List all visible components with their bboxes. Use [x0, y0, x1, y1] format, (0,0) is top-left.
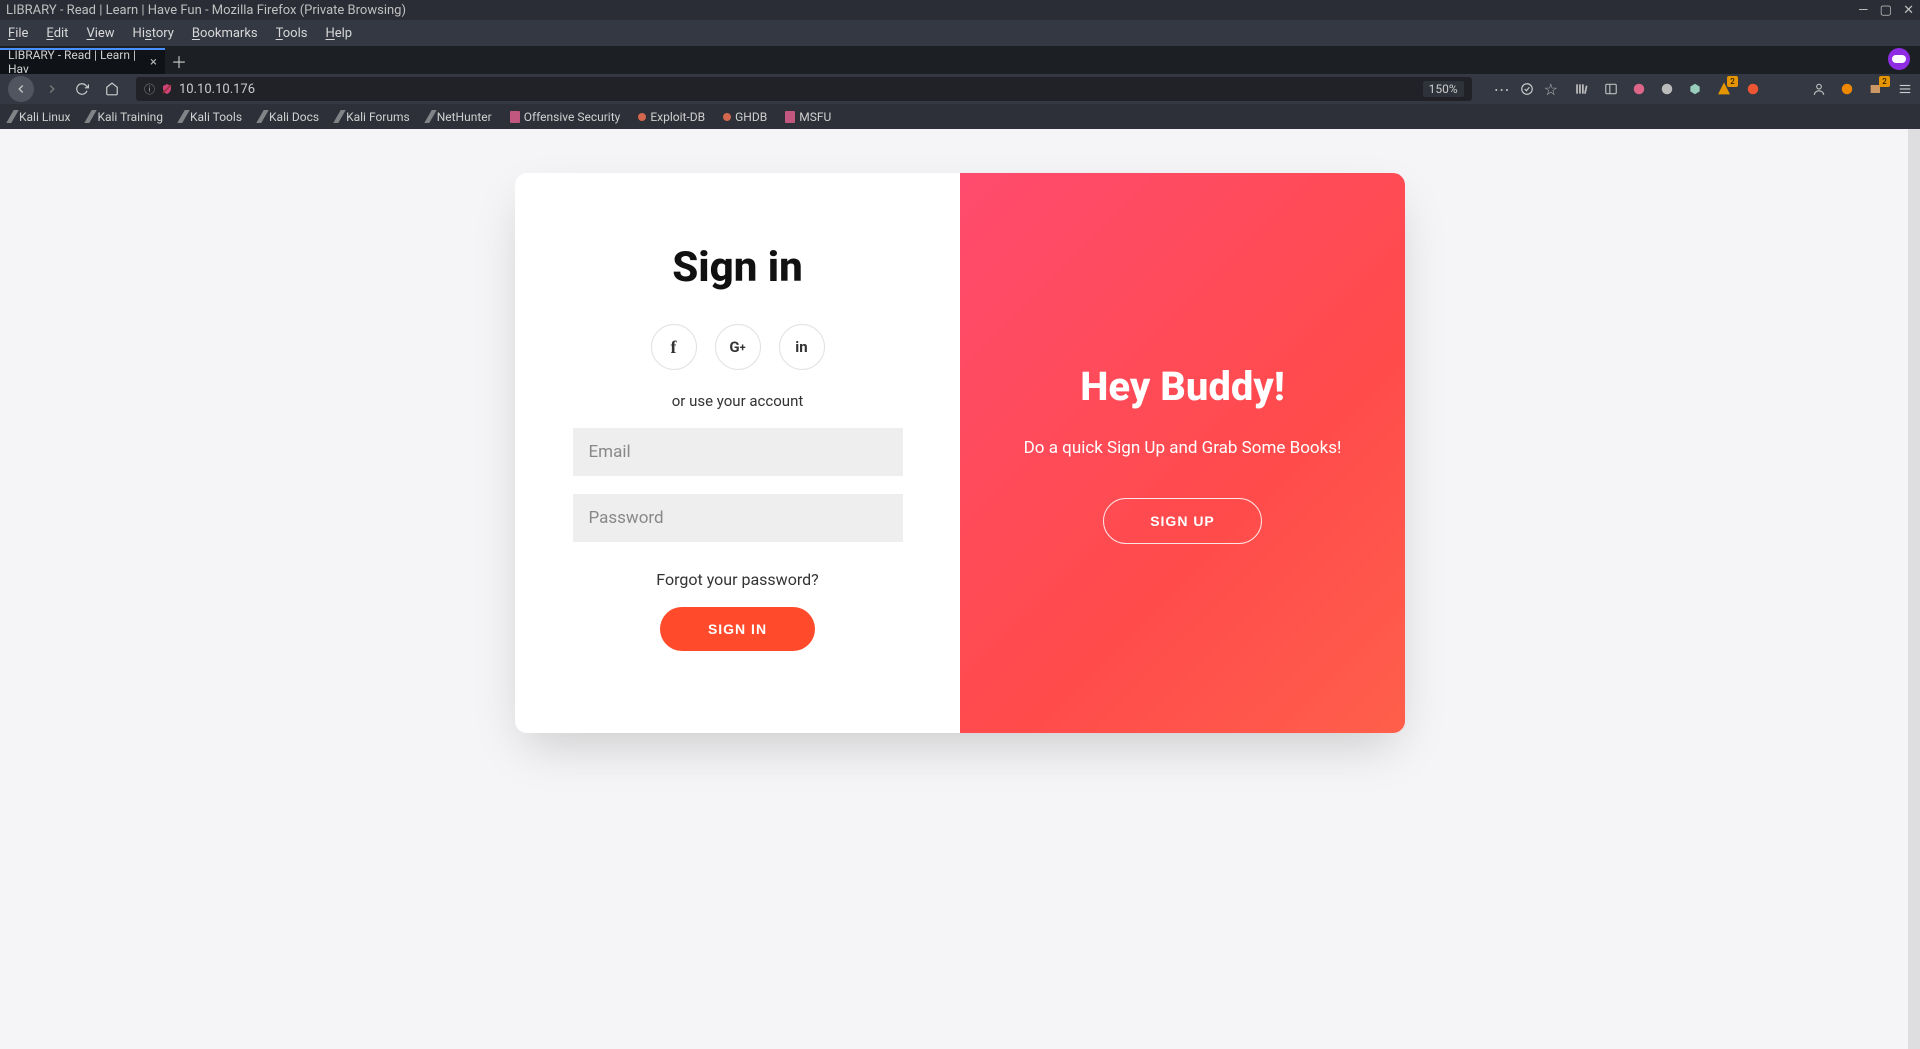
bookmark-kali-forums[interactable]: Kali Forums — [337, 110, 410, 124]
forward-button[interactable] — [40, 77, 64, 101]
extension-icon-2[interactable] — [1660, 82, 1674, 96]
bookmark-kali-linux[interactable]: Kali Linux — [10, 110, 70, 124]
sign-up-button[interactable]: SIGN UP — [1103, 498, 1262, 544]
sign-up-heading: Hey Buddy! — [1080, 363, 1285, 410]
social-login-row: f G+ in — [651, 324, 825, 370]
bookmark-star-icon[interactable]: ☆ — [1544, 80, 1558, 99]
extension-icon-3[interactable] — [1688, 82, 1702, 96]
sign-up-text: Do a quick Sign Up and Grab Some Books! — [1024, 438, 1342, 458]
menu-file[interactable]: File — [8, 26, 28, 41]
tracking-status-icon[interactable] — [1520, 82, 1534, 96]
close-button[interactable]: ✕ — [1903, 3, 1914, 18]
facebook-login-icon[interactable]: f — [651, 324, 697, 370]
bookmark-kali-tools[interactable]: Kali Tools — [181, 110, 242, 124]
bookmark-exploit-db[interactable]: Exploit-DB — [638, 110, 705, 124]
menu-help[interactable]: Help — [325, 26, 352, 41]
bookmark-msfu[interactable]: MSFU — [785, 110, 831, 124]
profile-icon[interactable] — [1812, 82, 1826, 96]
extension-icon-6[interactable] — [1840, 82, 1854, 96]
page-content: Sign in f G+ in or use your account Forg… — [0, 129, 1920, 1049]
page-actions-icon[interactable]: ⋯ — [1494, 80, 1510, 99]
sign-in-heading: Sign in — [672, 243, 803, 292]
sign-up-panel: Hey Buddy! Do a quick Sign Up and Grab S… — [960, 173, 1405, 733]
forgot-password-link[interactable]: Forgot your password? — [656, 570, 818, 589]
email-field[interactable] — [573, 428, 903, 476]
extension-icon-4[interactable]: 2 — [1716, 81, 1732, 97]
vertical-scrollbar[interactable] — [1908, 129, 1920, 1049]
menu-history[interactable]: History — [133, 26, 174, 41]
toolbar-right-icons: 2 2 — [1574, 81, 1912, 97]
reload-button[interactable] — [70, 77, 94, 101]
extension-icon-7[interactable]: 2 — [1868, 81, 1884, 97]
menu-edit[interactable]: Edit — [46, 26, 68, 41]
private-browsing-icon — [1888, 48, 1910, 70]
back-button[interactable] — [8, 76, 34, 102]
linkedin-login-icon[interactable]: in — [779, 324, 825, 370]
menu-bookmarks[interactable]: Bookmarks — [192, 26, 258, 41]
sign-in-panel: Sign in f G+ in or use your account Forg… — [515, 173, 960, 733]
site-info-icon[interactable]: ⓘ — [144, 81, 155, 97]
bookmark-kali-docs[interactable]: Kali Docs — [260, 110, 319, 124]
home-button[interactable] — [100, 77, 124, 101]
minimize-button[interactable]: — — [1858, 3, 1868, 18]
extension-icon-5[interactable] — [1746, 82, 1760, 96]
menu-tools[interactable]: Tools — [276, 26, 308, 41]
auth-card: Sign in f G+ in or use your account Forg… — [515, 173, 1405, 733]
bookmark-kali-training[interactable]: Kali Training — [88, 110, 163, 124]
url-action-icons: ⋯ ☆ — [1494, 80, 1558, 99]
menu-bar: File Edit View History Bookmarks Tools H… — [0, 20, 1920, 46]
sign-in-button[interactable]: SIGN IN — [660, 607, 815, 651]
bookmarks-toolbar: Kali Linux Kali Training Kali Tools Kali… — [0, 104, 1920, 129]
window-titlebar: LIBRARY - Read | Learn | Have Fun - Mozi… — [0, 0, 1920, 20]
menu-view[interactable]: View — [86, 26, 114, 41]
url-text: 10.10.10.176 — [179, 82, 255, 97]
password-field[interactable] — [573, 494, 903, 542]
nav-toolbar: ⓘ 10.10.10.176 150% ⋯ ☆ 2 — [0, 74, 1920, 104]
tab-title: LIBRARY - Read | Learn | Hav — [8, 48, 150, 76]
alt-signin-text: or use your account — [672, 392, 804, 410]
window-controls: — ▢ ✕ — [1850, 3, 1914, 18]
hamburger-menu-icon[interactable] — [1898, 82, 1912, 96]
sidebar-icon[interactable] — [1604, 82, 1618, 96]
tab-close-icon[interactable]: × — [150, 55, 157, 70]
extension-icon-1[interactable] — [1632, 82, 1646, 96]
maximize-button[interactable]: ▢ — [1880, 3, 1892, 18]
tab-strip: LIBRARY - Read | Learn | Hav × ＋ — [0, 46, 1920, 74]
window-title: LIBRARY - Read | Learn | Have Fun - Mozi… — [6, 3, 406, 18]
bookmark-ghdb[interactable]: GHDB — [723, 110, 767, 124]
tracking-shield-icon[interactable] — [161, 83, 173, 95]
new-tab-button[interactable]: ＋ — [165, 48, 193, 74]
library-icon[interactable] — [1574, 82, 1590, 96]
googleplus-login-icon[interactable]: G+ — [715, 324, 761, 370]
zoom-indicator[interactable]: 150% — [1423, 81, 1464, 97]
url-bar[interactable]: ⓘ 10.10.10.176 150% — [136, 77, 1472, 101]
bookmark-offensive-security[interactable]: Offensive Security — [510, 110, 621, 124]
bookmark-nethunter[interactable]: NetHunter — [428, 110, 492, 124]
browser-tab[interactable]: LIBRARY - Read | Learn | Hav × — [0, 48, 165, 74]
